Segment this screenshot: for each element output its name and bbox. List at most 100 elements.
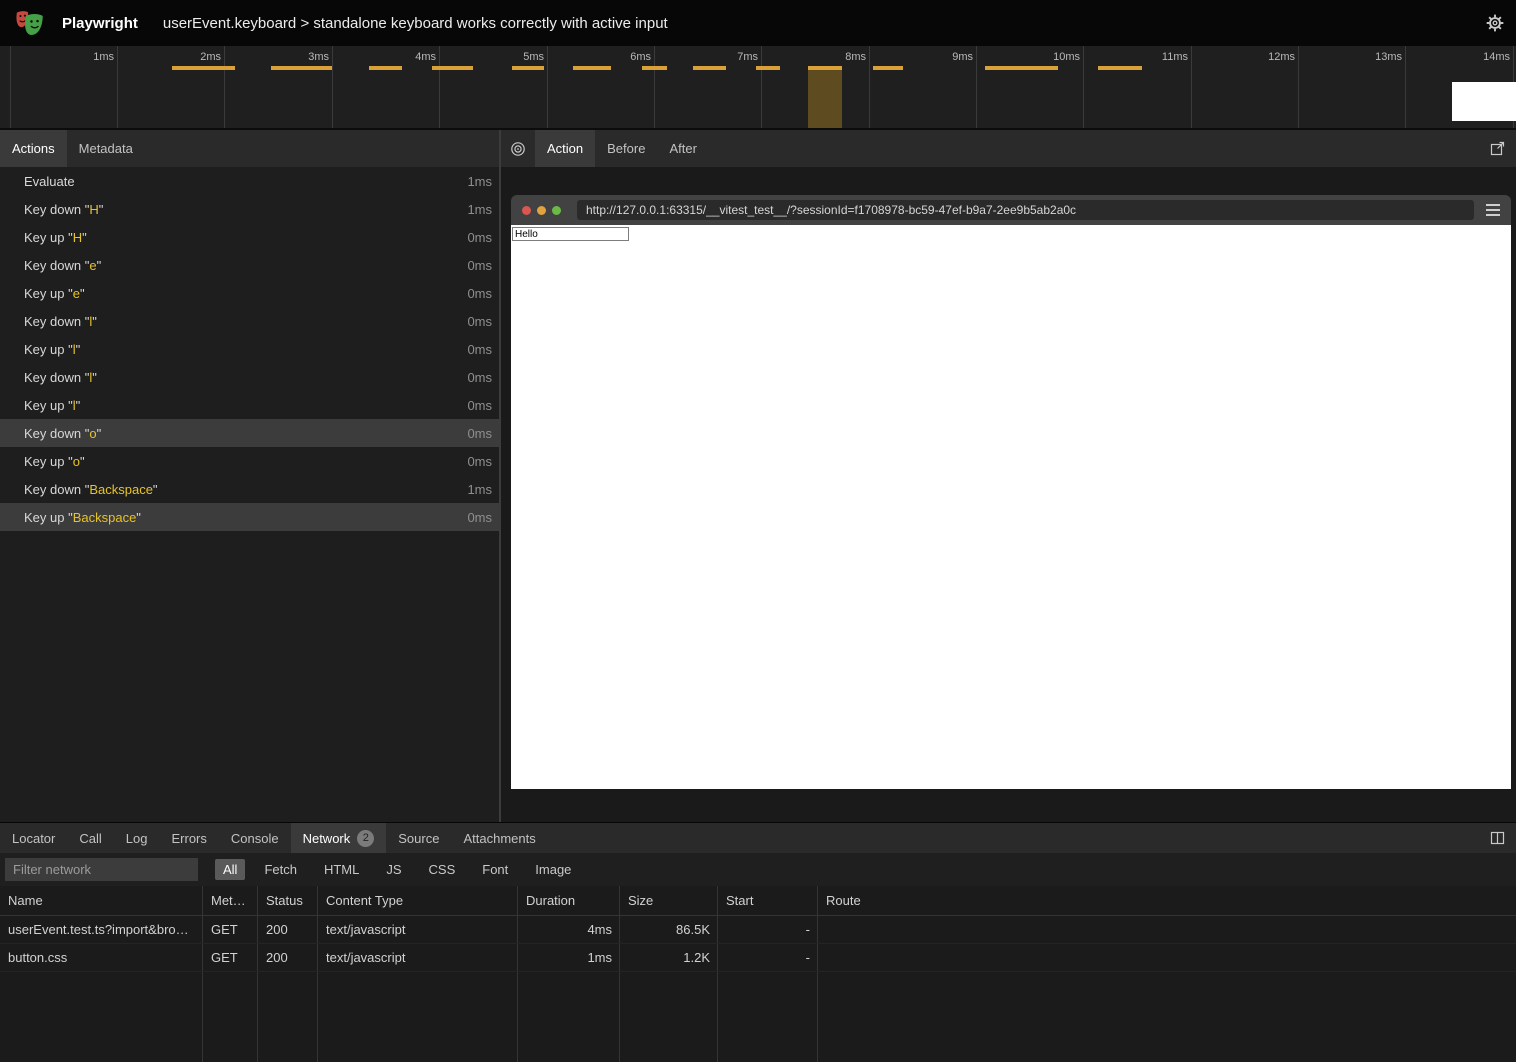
- action-key-value: o: [89, 426, 96, 441]
- timeline[interactable]: 1ms2ms3ms4ms5ms6ms7ms8ms9ms10ms11ms12ms1…: [0, 46, 1516, 130]
- timeline-screenshot-thumbnail[interactable]: [1452, 82, 1516, 121]
- action-duration: 1ms: [467, 202, 492, 217]
- network-cell: -: [718, 922, 818, 937]
- action-key-value: H: [73, 230, 82, 245]
- filter-chip-font[interactable]: Font: [474, 859, 516, 880]
- main-area: ActionsMetadata Evaluate1msKey down "H"1…: [0, 130, 1516, 822]
- timeline-action-bar: [1098, 66, 1142, 70]
- tab-after[interactable]: After: [657, 130, 708, 167]
- action-label: Key down ": [24, 482, 89, 497]
- action-duration: 0ms: [467, 370, 492, 385]
- snapshot-text-input[interactable]: [512, 227, 629, 241]
- timeline-tick-label: 10ms: [1022, 51, 1080, 65]
- action-list-item[interactable]: Key down "l"0ms: [0, 307, 499, 335]
- timeline-tick-label: 9ms: [915, 51, 973, 65]
- action-key-value: o: [73, 454, 80, 469]
- tab-locator[interactable]: Locator: [0, 823, 67, 853]
- resource-filter-chips: All Fetch HTML JS CSS Font Image: [215, 859, 590, 880]
- action-label: ": [76, 398, 81, 413]
- timeline-gridline: [547, 46, 548, 128]
- action-list-item[interactable]: Key down "l"0ms: [0, 363, 499, 391]
- filter-chip-js[interactable]: JS: [378, 859, 409, 880]
- action-list-item[interactable]: Key down "o"0ms: [0, 419, 499, 447]
- tab-label: Action: [547, 141, 583, 156]
- snapshot-page: [511, 225, 1511, 789]
- filter-chip-all[interactable]: All: [215, 859, 245, 880]
- tab-label: Call: [79, 831, 101, 846]
- tab-label: Actions: [12, 141, 55, 156]
- column-header-name: Name: [0, 893, 203, 908]
- network-cell: -: [718, 950, 818, 965]
- tab-label: Metadata: [79, 141, 133, 156]
- action-list-item[interactable]: Key down "H"1ms: [0, 195, 499, 223]
- filter-chip-html[interactable]: HTML: [316, 859, 367, 880]
- timeline-action-bar: [172, 66, 235, 70]
- filter-chip-image[interactable]: Image: [527, 859, 579, 880]
- traffic-light-yellow: [537, 206, 546, 215]
- bottom-tabstrip: Locator Call LogErrorsConsoleNetwork2 Sourc…: [0, 823, 1516, 853]
- tab-action[interactable]: Action: [535, 130, 595, 167]
- network-table-header: NameMethodStatusContent TypeDurationSize…: [0, 886, 1516, 916]
- action-list-item[interactable]: Key up "e"0ms: [0, 279, 499, 307]
- tab-attachments[interactable]: Attachments: [451, 823, 547, 853]
- network-request-row[interactable]: userEvent.test.ts?import&bro…GET200text/…: [0, 916, 1516, 944]
- action-label: ": [82, 230, 87, 245]
- action-label: ": [92, 370, 97, 385]
- settings-gear-icon[interactable]: [1486, 14, 1504, 32]
- timeline-action-bar: [985, 66, 1058, 70]
- app-title: Playwright: [62, 15, 138, 32]
- actions-list: Evaluate1msKey down "H"1msKey up "H"0msK…: [0, 167, 499, 822]
- tab-source[interactable]: Source: [386, 823, 451, 853]
- timeline-tick-label: 4ms: [378, 51, 436, 65]
- timeline-gridline: [10, 46, 11, 128]
- action-label: Key down ": [24, 258, 89, 273]
- tab-label: Before: [607, 141, 645, 156]
- action-duration: 1ms: [467, 482, 492, 497]
- tab-network[interactable]: Network2: [291, 823, 387, 853]
- bottom-panel: Locator Call LogErrorsConsoleNetwork2 Sourc…: [0, 822, 1516, 1062]
- timeline-action-bar: [873, 66, 903, 70]
- filter-chip-css[interactable]: CSS: [421, 859, 464, 880]
- pick-locator-icon[interactable]: [501, 130, 535, 167]
- filter-chip-fetch[interactable]: Fetch: [256, 859, 305, 880]
- timeline-gridline: [1298, 46, 1299, 128]
- action-label: Key up ": [24, 286, 73, 301]
- action-duration: 0ms: [467, 426, 492, 441]
- timeline-gridline: [117, 46, 118, 128]
- column-header-duration: Duration: [518, 893, 620, 908]
- tab-errors[interactable]: Errors: [159, 823, 218, 853]
- action-label: ": [99, 202, 104, 217]
- tab-metadata[interactable]: Metadata: [67, 130, 145, 167]
- action-duration: 0ms: [467, 314, 492, 329]
- open-snapshot-popout-icon[interactable]: [1481, 130, 1514, 167]
- tab-console[interactable]: Console: [219, 823, 291, 853]
- action-duration: 0ms: [467, 398, 492, 413]
- action-list-item[interactable]: Key up "l"0ms: [0, 391, 499, 419]
- action-list-item[interactable]: Key up "o"0ms: [0, 447, 499, 475]
- tab-label: Source: [398, 831, 439, 846]
- timeline-gridline: [439, 46, 440, 128]
- action-list-item[interactable]: Key up "Backspace"0ms: [0, 503, 499, 531]
- action-label: ": [97, 258, 102, 273]
- action-list-item[interactable]: Key down "e"0ms: [0, 251, 499, 279]
- network-request-row[interactable]: button.cssGET200text/javascript1ms1.2K-: [0, 944, 1516, 972]
- action-duration: 0ms: [467, 258, 492, 273]
- filter-network-input[interactable]: [5, 858, 198, 881]
- tab-actions[interactable]: Actions: [0, 130, 67, 167]
- tab-before[interactable]: Before: [595, 130, 657, 167]
- network-cell: text/javascript: [318, 922, 518, 937]
- network-cell: GET: [203, 922, 258, 937]
- tab-call[interactable]: Call: [67, 823, 113, 853]
- network-cell: 200: [258, 922, 318, 937]
- tab-log[interactable]: Log: [114, 823, 160, 853]
- action-list-item[interactable]: Evaluate1ms: [0, 167, 499, 195]
- action-list-item[interactable]: Key down "Backspace"1ms: [0, 475, 499, 503]
- action-list-item[interactable]: Key up "l"0ms: [0, 335, 499, 363]
- timeline-tick-label: 13ms: [1344, 51, 1402, 65]
- split-columns-icon[interactable]: [1481, 823, 1514, 853]
- action-list-item[interactable]: Key up "H"0ms: [0, 223, 499, 251]
- timeline-tick-label: 12ms: [1237, 51, 1295, 65]
- timeline-action-bar: [642, 66, 667, 70]
- timeline-action-bar: [432, 66, 473, 70]
- action-label: ": [153, 482, 158, 497]
